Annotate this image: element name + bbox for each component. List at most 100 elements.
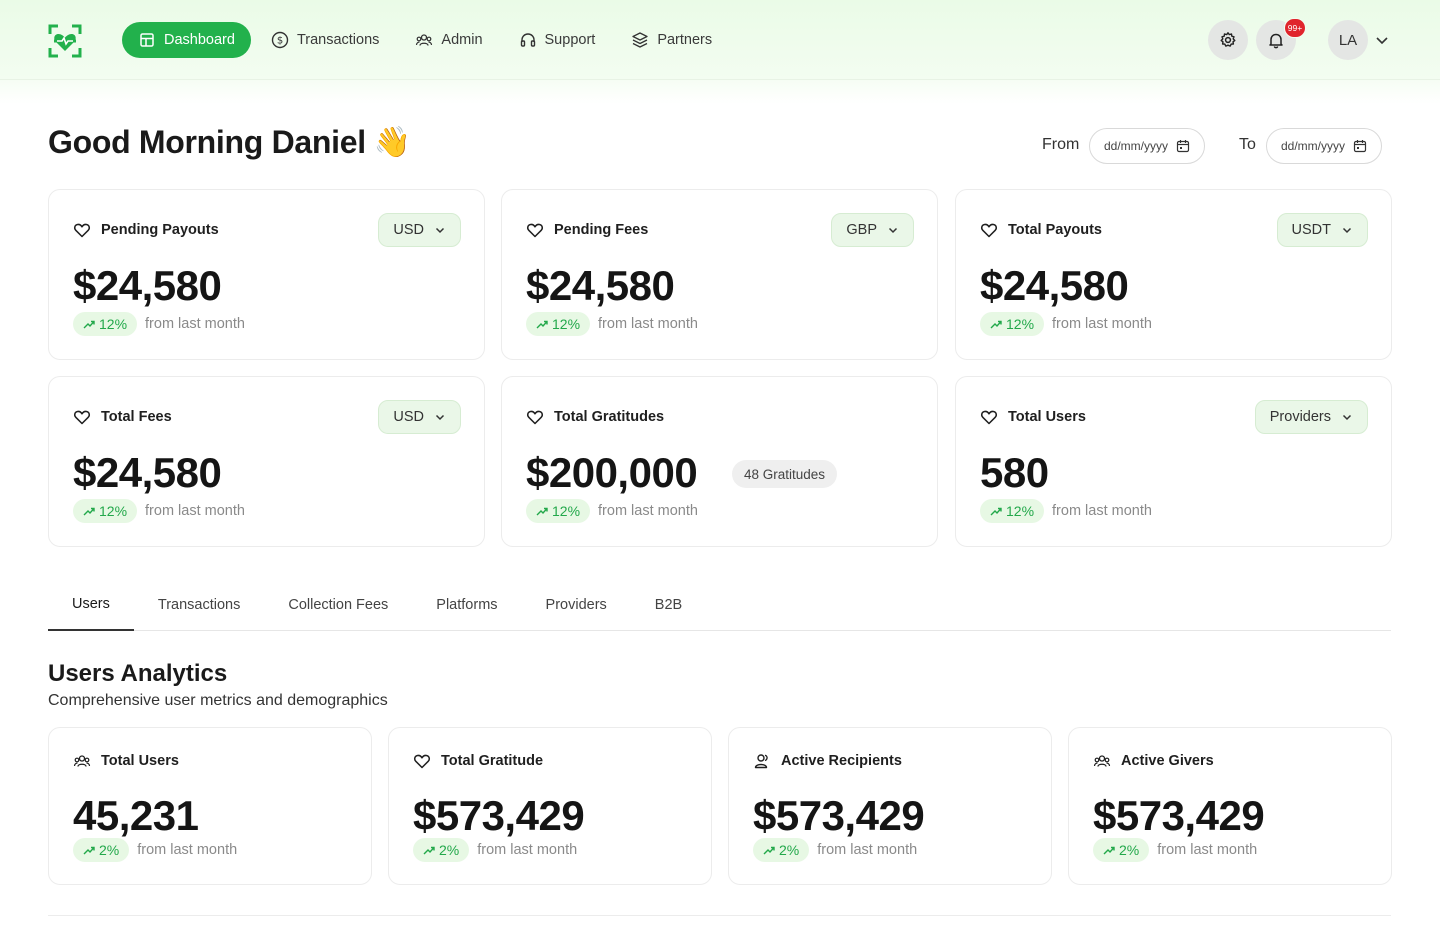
- nav-label: Transactions: [296, 32, 380, 48]
- trend: 2% from last month: [413, 838, 577, 862]
- trend: 12% from last month: [526, 312, 698, 336]
- trend-caption: from last month: [477, 842, 578, 858]
- trend-badge: 2%: [73, 838, 130, 862]
- stat-value: $200,000: [526, 449, 698, 496]
- nav-label: Support: [544, 32, 596, 48]
- nav-label: Admin: [441, 32, 483, 48]
- currency-value: GBP: [846, 222, 877, 238]
- stat-value: $24,580: [73, 262, 222, 309]
- trend: 12% from last month: [73, 312, 245, 336]
- card-title-text: Total Fees: [101, 409, 172, 425]
- chevron-down-icon: [1342, 227, 1352, 234]
- trend-percent: 12%: [99, 503, 128, 519]
- calendar-icon: [1176, 140, 1190, 153]
- nav-transactions[interactable]: $ Transactions: [255, 22, 395, 58]
- stat-card-total-gratitudes: Total Gratitudes $200,000 48 Gratitudes …: [501, 376, 938, 547]
- tab-collection-fees[interactable]: Collection Fees: [264, 584, 412, 631]
- stat-value: $24,580: [526, 262, 675, 309]
- trend-up-icon: [83, 507, 95, 516]
- heart-icon: [73, 223, 91, 238]
- currency-select[interactable]: USD: [378, 213, 461, 247]
- user-type-select[interactable]: Providers: [1254, 400, 1368, 434]
- trend-percent: 2%: [99, 842, 120, 858]
- stat-value: $573,429: [753, 792, 925, 839]
- card-title-text: Total Users: [1008, 409, 1086, 425]
- trend-percent: 12%: [552, 316, 581, 332]
- chevron-down-icon: [435, 414, 445, 421]
- trend-up-icon: [83, 320, 95, 329]
- trend-percent: 12%: [552, 503, 581, 519]
- trend-up-icon: [536, 507, 548, 516]
- trend: 2% from last month: [73, 838, 237, 862]
- trend-badge: 12%: [73, 499, 138, 523]
- stat-card-pending-payouts: Pending Payouts USD $24,580 12% from las…: [48, 189, 485, 360]
- card-title-text: Active Recipients: [781, 753, 902, 769]
- chevron-down-icon: [435, 227, 445, 234]
- chevron-down-icon[interactable]: [1374, 32, 1390, 48]
- heart-icon: [980, 223, 998, 238]
- headphones-icon: [520, 33, 535, 47]
- trend-up-icon: [536, 320, 548, 329]
- to-date-input[interactable]: dd/mm/yyyy: [1266, 128, 1383, 164]
- currency-select[interactable]: USDT: [1276, 213, 1368, 247]
- heart-icon: [526, 223, 544, 238]
- trend-caption: from last month: [1157, 842, 1258, 858]
- analytics-card-total-users: Total Users 45,231 2% from last month: [48, 727, 372, 885]
- trend-percent: 2%: [439, 842, 460, 858]
- card-title: Active Recipients: [753, 752, 902, 770]
- date-placeholder: dd/mm/yyyy: [1104, 139, 1169, 153]
- trend-badge: 2%: [1093, 838, 1150, 862]
- card-title: Total Fees: [73, 408, 172, 426]
- card-title-text: Total Users: [101, 753, 179, 769]
- trend-percent: 2%: [779, 842, 800, 858]
- currency-value: USD: [393, 409, 424, 425]
- trend-up-icon: [83, 846, 95, 855]
- calendar-icon: [1353, 140, 1367, 153]
- stat-value: 45,231: [73, 792, 199, 839]
- card-title: Total Gratitude: [413, 752, 543, 770]
- card-title: Total Gratitudes: [526, 408, 664, 426]
- trend-caption: from last month: [145, 503, 245, 519]
- stat-card-total-payouts: Total Payouts USDT $24,580 12% from last…: [955, 189, 1392, 360]
- tab-platforms[interactable]: Platforms: [412, 584, 521, 631]
- from-date-input[interactable]: dd/mm/yyyy: [1089, 128, 1206, 164]
- tab-users[interactable]: Users: [48, 584, 134, 631]
- to-label: To: [1239, 136, 1256, 153]
- stat-card-total-fees: Total Fees USD $24,580 12% from last mon…: [48, 376, 485, 547]
- trend-up-icon: [423, 846, 435, 855]
- card-title: Total Payouts: [980, 221, 1102, 239]
- currency-value: USD: [393, 222, 424, 238]
- stat-value: $24,580: [73, 449, 222, 496]
- brand-logo[interactable]: [48, 24, 82, 58]
- trend-caption: from last month: [598, 503, 698, 519]
- nav-dashboard[interactable]: Dashboard: [122, 22, 251, 58]
- users-icon: [754, 754, 768, 769]
- nav-partners[interactable]: Partners: [615, 22, 728, 58]
- nav-support[interactable]: Support: [503, 22, 612, 58]
- tab-providers[interactable]: Providers: [522, 584, 631, 631]
- trend-badge: 12%: [526, 499, 591, 523]
- analytics-tabs: Users Transactions Collection Fees Platf…: [48, 584, 1391, 631]
- settings-button[interactable]: [1208, 20, 1248, 60]
- stat-card-pending-fees: Pending Fees GBP $24,580 12% from last m…: [501, 189, 938, 360]
- currency-value: USDT: [1291, 222, 1331, 238]
- user-type-value: Providers: [1269, 409, 1331, 425]
- nav-label: Dashboard: [164, 32, 235, 48]
- nav-admin[interactable]: Admin: [399, 22, 498, 58]
- gratitudes-count-badge: 48 Gratitudes: [732, 460, 838, 488]
- waving-hand-icon: 👋: [373, 126, 411, 159]
- currency-select[interactable]: GBP: [831, 213, 914, 247]
- card-title-text: Pending Fees: [554, 222, 649, 238]
- heart-icon: [73, 410, 91, 425]
- stat-card-total-users: Total Users Providers 580 12% from last …: [955, 376, 1392, 547]
- avatar[interactable]: LA: [1328, 20, 1368, 60]
- trend-caption: from last month: [1052, 316, 1152, 332]
- currency-select[interactable]: USD: [378, 400, 461, 434]
- stat-value: $573,429: [1093, 792, 1265, 839]
- tab-transactions[interactable]: Transactions: [134, 584, 264, 631]
- stat-value: $24,580: [980, 262, 1129, 309]
- card-title: Total Users: [980, 408, 1086, 426]
- analytics-card-active-givers: Active Givers $573,429 2% from last mont…: [1068, 727, 1392, 885]
- trend: 12% from last month: [526, 499, 698, 523]
- tab-b2b[interactable]: B2B: [631, 584, 706, 631]
